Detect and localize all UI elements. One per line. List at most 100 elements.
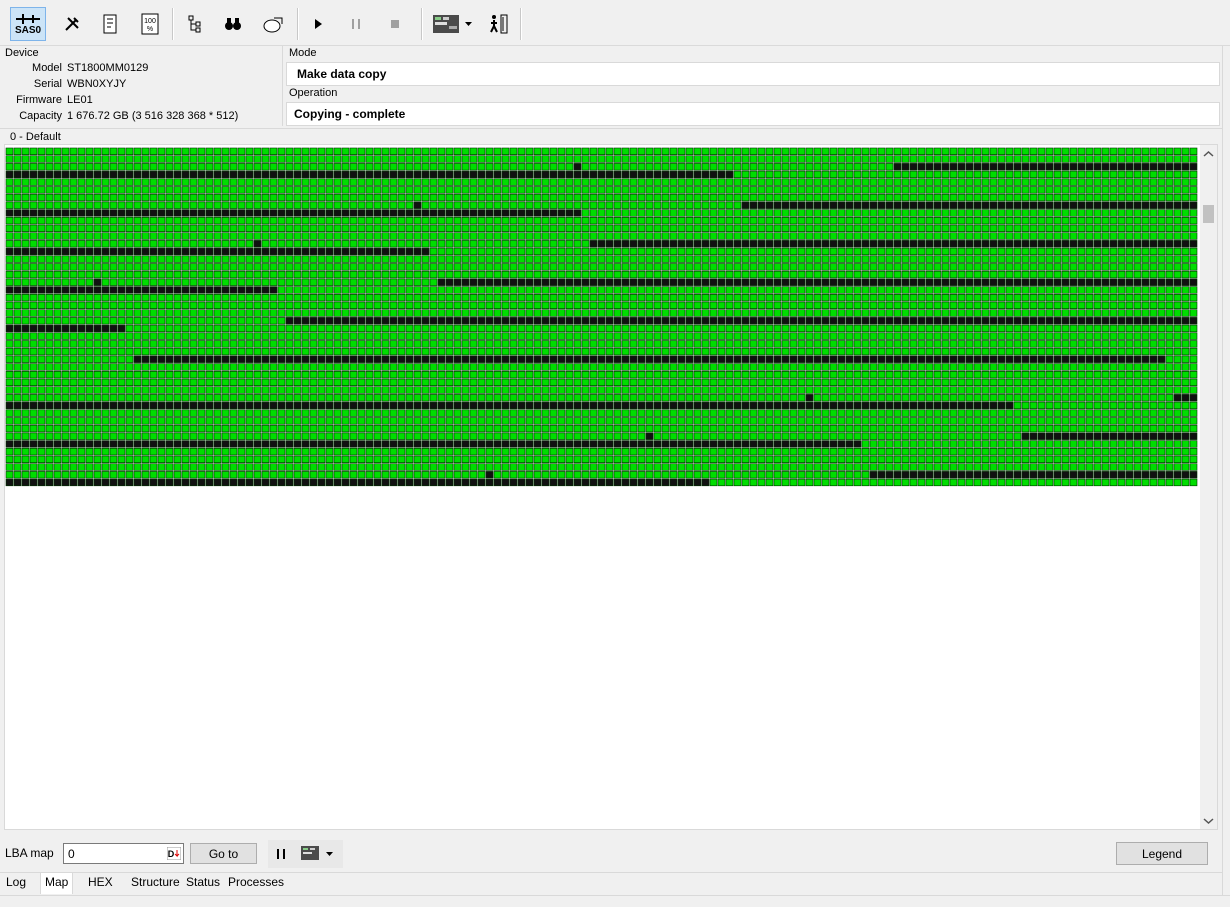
map-block[interactable] <box>949 347 958 356</box>
map-block[interactable] <box>517 240 526 248</box>
map-block[interactable] <box>629 209 638 217</box>
map-block[interactable] <box>173 401 182 410</box>
map-block[interactable] <box>469 286 478 294</box>
map-block[interactable] <box>1117 301 1126 309</box>
map-block[interactable] <box>453 301 462 309</box>
map-block[interactable] <box>5 217 14 225</box>
map-block[interactable] <box>21 178 30 186</box>
map-block[interactable] <box>725 317 734 325</box>
map-block[interactable] <box>637 355 646 363</box>
map-block[interactable] <box>405 294 414 302</box>
map-block[interactable] <box>253 209 262 217</box>
map-block[interactable] <box>1149 317 1158 325</box>
map-block[interactable] <box>21 371 30 379</box>
map-block[interactable] <box>205 201 214 209</box>
map-block[interactable] <box>1109 217 1118 225</box>
map-block[interactable] <box>525 294 534 302</box>
map-block[interactable] <box>245 263 254 271</box>
map-block[interactable] <box>845 347 854 356</box>
map-block[interactable] <box>181 394 190 402</box>
map-block[interactable] <box>1077 294 1086 302</box>
map-block[interactable] <box>669 255 678 263</box>
map-block[interactable] <box>709 340 718 348</box>
map-block[interactable] <box>693 240 702 248</box>
map-block[interactable] <box>949 155 958 163</box>
map-block[interactable] <box>941 209 950 217</box>
map-block[interactable] <box>253 240 262 248</box>
map-block[interactable] <box>245 217 254 225</box>
map-block[interactable] <box>165 209 174 217</box>
map-block[interactable] <box>13 240 22 248</box>
map-block[interactable] <box>253 347 262 356</box>
map-block[interactable] <box>373 178 382 186</box>
map-block[interactable] <box>253 147 262 155</box>
map-block[interactable] <box>61 386 70 394</box>
map-block[interactable] <box>693 255 702 263</box>
map-block[interactable] <box>341 186 350 194</box>
map-block[interactable] <box>581 363 590 371</box>
map-block[interactable] <box>837 147 846 155</box>
map-block[interactable] <box>445 340 454 348</box>
map-block[interactable] <box>229 309 238 317</box>
map-block[interactable] <box>813 278 822 286</box>
map-block[interactable] <box>645 209 654 217</box>
map-block[interactable] <box>573 240 582 248</box>
map-block[interactable] <box>1157 394 1166 402</box>
map-block[interactable] <box>597 347 606 356</box>
map-block[interactable] <box>277 193 286 202</box>
map-block[interactable] <box>1045 294 1054 302</box>
map-block[interactable] <box>101 201 110 209</box>
map-block[interactable] <box>1021 332 1030 340</box>
map-block[interactable] <box>1133 301 1142 309</box>
map-block[interactable] <box>245 363 254 371</box>
map-block[interactable] <box>213 317 222 325</box>
map-block[interactable] <box>429 363 438 371</box>
map-block[interactable] <box>125 286 134 294</box>
map-block[interactable] <box>917 263 926 271</box>
map-block[interactable] <box>541 286 550 294</box>
map-block[interactable] <box>333 147 342 155</box>
map-block[interactable] <box>493 386 502 394</box>
map-block[interactable] <box>853 286 862 294</box>
map-block[interactable] <box>629 240 638 248</box>
map-block[interactable] <box>493 240 502 248</box>
map-block[interactable] <box>901 324 910 333</box>
map-block[interactable] <box>1157 170 1166 179</box>
map-block[interactable] <box>381 286 390 294</box>
map-block[interactable] <box>925 386 934 394</box>
map-block[interactable] <box>821 332 830 340</box>
map-block[interactable] <box>741 255 750 263</box>
map-block[interactable] <box>885 386 894 394</box>
map-block[interactable] <box>525 232 534 240</box>
map-block[interactable] <box>469 324 478 333</box>
map-block[interactable] <box>45 247 54 256</box>
map-block[interactable] <box>149 163 158 171</box>
map-block[interactable] <box>813 324 822 333</box>
map-block[interactable] <box>69 278 78 286</box>
map-block[interactable] <box>1005 147 1014 155</box>
map-block[interactable] <box>421 309 430 317</box>
map-block[interactable] <box>141 255 150 263</box>
map-block[interactable] <box>117 240 126 248</box>
map-block[interactable] <box>413 309 422 317</box>
map-block[interactable] <box>205 224 214 232</box>
map-block[interactable] <box>533 378 542 386</box>
map-block[interactable] <box>85 324 94 333</box>
map-block[interactable] <box>589 340 598 348</box>
map-block[interactable] <box>629 186 638 194</box>
map-block[interactable] <box>293 232 302 240</box>
map-block[interactable] <box>429 147 438 155</box>
map-block[interactable] <box>1061 155 1070 163</box>
map-block[interactable] <box>1021 232 1030 240</box>
map-block[interactable] <box>885 232 894 240</box>
map-block[interactable] <box>245 301 254 309</box>
map-block[interactable] <box>453 340 462 348</box>
map-block[interactable] <box>389 278 398 286</box>
map-block[interactable] <box>85 263 94 271</box>
map-block[interactable] <box>141 170 150 179</box>
map-block[interactable] <box>453 240 462 248</box>
map-block[interactable] <box>509 278 518 286</box>
map-block[interactable] <box>1021 386 1030 394</box>
map-block[interactable] <box>1037 394 1046 402</box>
map-block[interactable] <box>677 301 686 309</box>
